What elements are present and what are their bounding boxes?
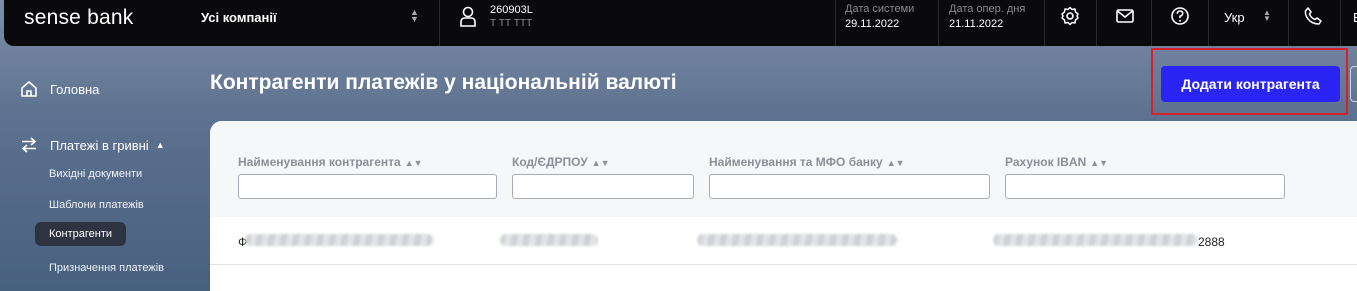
sidebar: Головна Платежі в гривні ▲ Вихідні докум…	[0, 46, 210, 291]
company-selector[interactable]: Усі компанії	[201, 10, 277, 25]
sidebar-item-label: Платежі в гривні	[50, 137, 149, 153]
filter-name-input[interactable]	[238, 174, 497, 199]
mail-icon[interactable]	[1115, 6, 1135, 26]
redacted-text	[697, 234, 897, 246]
column-header-code[interactable]: Код/ЄДРПОУ ▲▼	[512, 155, 610, 169]
table-row[interactable]: Ф 2888	[210, 217, 1357, 265]
cell-iban-suffix: 2888	[1198, 235, 1225, 249]
sort-icon[interactable]: ▲▼	[1090, 158, 1108, 168]
table-filter-header: Найменування контрагента ▲▼ Код/ЄДРПОУ ▲▼ …	[210, 121, 1357, 217]
sidebar-item-home[interactable]: Головна	[20, 80, 99, 98]
redacted-text	[500, 234, 598, 246]
transfer-arrows-icon	[21, 137, 37, 153]
column-header-name[interactable]: Найменування контрагента ▲▼	[238, 155, 423, 169]
system-date-label: Дата системи	[845, 3, 915, 15]
redacted-text	[245, 234, 433, 246]
divider	[938, 0, 939, 46]
sort-icon[interactable]: ▲▼	[592, 158, 610, 168]
help-icon[interactable]	[1170, 6, 1190, 26]
divider	[1208, 0, 1209, 46]
user-name: Т ТТ ТТТ	[490, 18, 533, 29]
add-counterparty-button[interactable]: Додати контрагента	[1161, 66, 1340, 102]
oper-date-label: Дата опер. дня	[949, 3, 1026, 15]
secondary-button-partial[interactable]	[1350, 66, 1357, 102]
truncated-menu-item[interactable]: Е	[1353, 10, 1357, 25]
caret-up-icon: ▲	[155, 140, 165, 150]
user-id: 260903L	[490, 4, 533, 16]
sidebar-subitem-counterparties[interactable]: Контрагенти	[35, 222, 127, 246]
divider	[439, 0, 440, 46]
divider	[1044, 0, 1045, 46]
language-selector[interactable]: Укр	[1224, 10, 1245, 25]
filter-code-input[interactable]	[512, 174, 694, 199]
divider	[1340, 0, 1341, 46]
gear-icon[interactable]	[1060, 6, 1080, 26]
sidebar-subitem-payment-templates[interactable]: Шаблони платежів	[49, 199, 144, 211]
sort-icon[interactable]: ▲▼	[887, 158, 905, 168]
oper-date: 21.11.2022	[949, 18, 1004, 30]
redacted-text	[993, 234, 1198, 246]
user-icon[interactable]	[459, 6, 477, 28]
top-bar: sense bank Усі компанії ▲ ▼ 260903L Т ТТ …	[4, 0, 1357, 46]
home-icon	[21, 81, 37, 97]
bank-logo[interactable]: sense bank	[24, 6, 133, 30]
sort-arrows-icon[interactable]: ▲ ▼	[410, 8, 419, 24]
divider	[1151, 0, 1152, 46]
column-header-iban[interactable]: Рахунок IBAN ▲▼	[1005, 155, 1108, 169]
filter-iban-input[interactable]	[1005, 174, 1285, 199]
system-date: 29.11.2022	[845, 18, 900, 30]
page-title: Контрагенти платежів у національній валю…	[210, 71, 677, 94]
divider	[835, 0, 836, 46]
sidebar-item-label: Головна	[50, 81, 100, 97]
sidebar-subitem-payment-purposes[interactable]: Призначення платежів	[49, 262, 164, 274]
sort-icon[interactable]: ▲▼	[405, 158, 423, 168]
counterparties-table: Найменування контрагента ▲▼ Код/ЄДРПОУ ▲▼ …	[210, 121, 1357, 291]
phone-icon[interactable]	[1303, 6, 1323, 26]
divider	[1288, 0, 1289, 46]
column-header-bank[interactable]: Найменування та МФО банку ▲▼	[709, 155, 905, 169]
sidebar-item-payments-uah[interactable]: Платежі в гривні ▲	[20, 136, 165, 154]
sidebar-subitem-outgoing-docs[interactable]: Вихідні документи	[49, 168, 142, 180]
divider	[1096, 0, 1097, 46]
sort-arrows-icon[interactable]: ▲ ▼	[1263, 9, 1271, 23]
filter-bank-input[interactable]	[709, 174, 990, 199]
